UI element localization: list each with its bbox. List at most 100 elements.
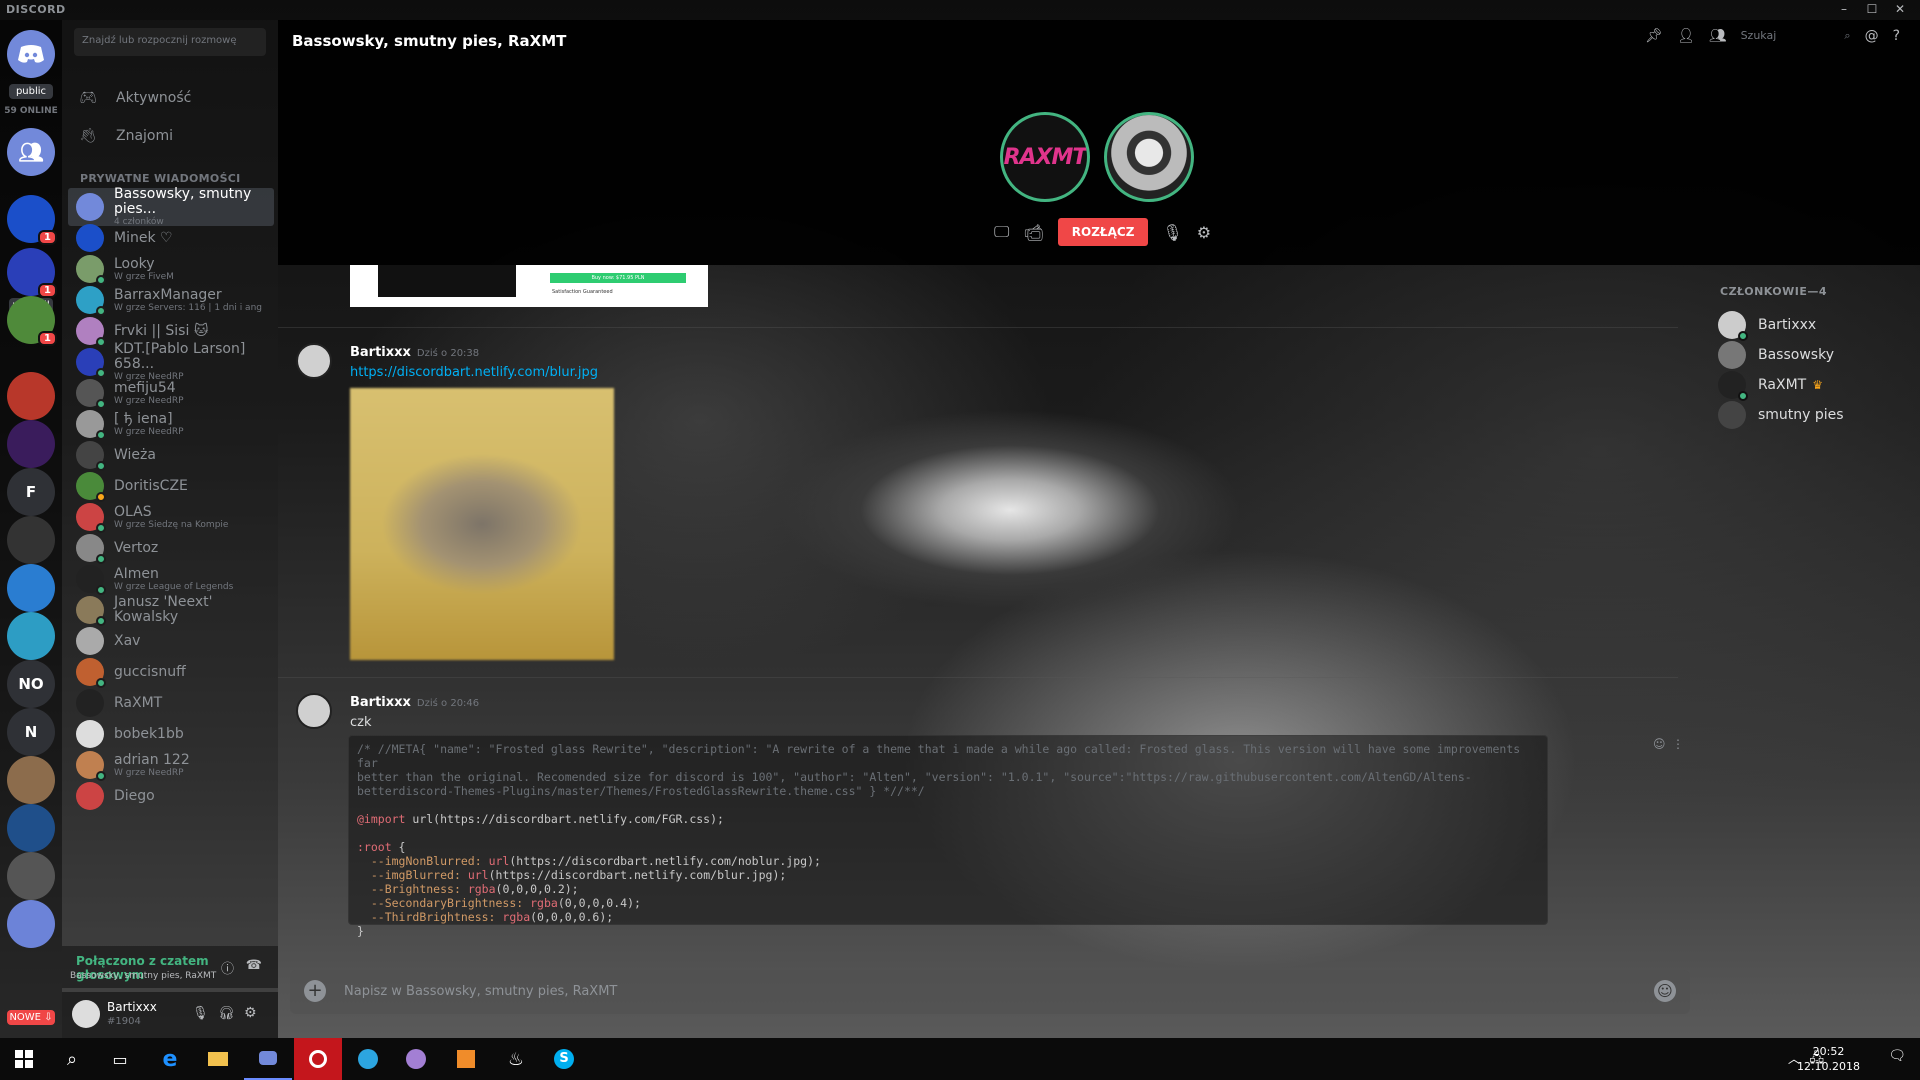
call-participant-bassowsky[interactable]: [1104, 112, 1194, 202]
member-item[interactable]: RaXMT ♛: [1718, 371, 1823, 401]
disconnect-button[interactable]: ROZŁĄCZ: [1057, 218, 1149, 246]
more-options-icon[interactable]: ⋮: [1672, 737, 1684, 751]
server-icon[interactable]: [7, 756, 55, 804]
server-icon[interactable]: 1: [7, 296, 57, 346]
sublime-icon[interactable]: [442, 1038, 490, 1080]
pin-icon[interactable]: 📌︎: [1645, 28, 1663, 44]
member-item[interactable]: Bartixxx: [1718, 311, 1816, 341]
server-icon-n[interactable]: N: [7, 708, 55, 756]
file-explorer-icon[interactable]: [194, 1038, 242, 1080]
unread-badge: 1: [38, 331, 57, 346]
avatar: [76, 627, 104, 655]
avatar[interactable]: [296, 693, 332, 729]
window-controls: – ☐ ✕: [1830, 2, 1914, 16]
help-icon[interactable]: ?: [1893, 28, 1900, 44]
avatar: [1718, 311, 1748, 341]
server-icon[interactable]: [7, 900, 55, 948]
server-icon[interactable]: [7, 516, 55, 564]
group-dm-icon[interactable]: 👥︎: [7, 128, 55, 176]
reaction-icon[interactable]: ☺: [1653, 737, 1666, 751]
server-icon[interactable]: 1: [7, 195, 57, 245]
dm-sidebar: Znajdź lub rozpocznij rozmowę 🎮︎ Aktywno…: [62, 20, 278, 1038]
search-input[interactable]: Szukaj ⌕: [1741, 29, 1851, 43]
screen-share-icon[interactable]: 🖵︎: [994, 222, 1009, 242]
telegram-icon[interactable]: [344, 1038, 392, 1080]
headphones-icon[interactable]: 🎧︎: [218, 1006, 235, 1021]
embed-image[interactable]: Buy now: $71.95 PLN Satisfaction Guarant…: [350, 265, 708, 307]
message-author[interactable]: Bartixxx: [350, 695, 411, 710]
clock[interactable]: 20:52 12.10.2018: [1797, 1044, 1860, 1074]
notifications-icon[interactable]: 🗨︎: [1888, 1048, 1906, 1064]
member-name: Bassowsky: [1758, 347, 1834, 363]
blurred-cat-image[interactable]: [350, 388, 614, 660]
code-token: url: [467, 868, 489, 882]
server-icon[interactable]: [7, 420, 55, 468]
info-icon[interactable]: ⓘ: [221, 958, 234, 977]
mic-icon[interactable]: 🎙︎: [192, 1006, 209, 1021]
start-button[interactable]: [0, 1038, 48, 1080]
member-item[interactable]: Bassowsky: [1718, 341, 1834, 369]
dm-item[interactable]: Diego: [68, 777, 274, 815]
search-icon[interactable]: ⌕: [48, 1038, 96, 1080]
avatar: [76, 565, 106, 595]
settings-icon[interactable]: ⚙: [244, 1005, 257, 1021]
call-participant-raxmt[interactable]: RAXMT: [1000, 112, 1090, 202]
message-link[interactable]: https://discordbart.netlify.com/blur.jpg: [350, 365, 598, 380]
code-token: --imgBlurred:: [370, 868, 461, 882]
edge-icon[interactable]: e: [146, 1038, 194, 1080]
task-view-icon[interactable]: ▭: [96, 1038, 144, 1080]
code-token: url(https://discordbart.netlify.com/FGR.…: [412, 812, 724, 826]
settings-icon[interactable]: ⚙: [1197, 223, 1211, 242]
server-icon[interactable]: [7, 372, 55, 420]
home-button[interactable]: [7, 30, 55, 78]
message-input[interactable]: + Napisz w Bassowsky, smutny pies, RaXMT…: [290, 970, 1690, 1014]
skype-icon[interactable]: S: [540, 1038, 588, 1080]
call-panel: Bassowsky, smutny pies, RaXMT 📌︎ 👤︎ 👥︎ S…: [278, 20, 1920, 265]
server-icon[interactable]: [7, 612, 55, 660]
minimize-button[interactable]: –: [1830, 2, 1858, 16]
server-icon-no[interactable]: NO: [7, 660, 55, 708]
member-name: smutny pies: [1758, 407, 1844, 423]
upload-icon[interactable]: +: [304, 980, 326, 1002]
message-timestamp: Dziś o 20:38: [416, 348, 480, 359]
status-indicator: [1738, 331, 1748, 341]
new-unreads-button[interactable]: NOWE ⇩: [7, 1010, 55, 1025]
members-icon[interactable]: 👥︎: [1709, 28, 1727, 44]
steam-icon[interactable]: ♨: [492, 1038, 540, 1080]
video-icon[interactable]: 📹︎: [1023, 223, 1043, 242]
discord-taskbar-icon[interactable]: [244, 1038, 292, 1080]
avatar[interactable]: [296, 343, 332, 379]
disconnect-voice-icon[interactable]: ☎: [246, 958, 262, 973]
server-icon[interactable]: [7, 852, 55, 900]
clock-date: 12.10.2018: [1797, 1060, 1860, 1073]
nav-friends[interactable]: 👋︎ Znajomi: [78, 128, 173, 144]
dm-search-input[interactable]: Znajdź lub rozpocznij rozmowę: [74, 28, 266, 56]
windows-taskbar: ⌕ ▭ e ♨ S ︿ 🖧︎ 20:52 12.10.2018 🗨︎: [0, 1038, 1920, 1080]
nav-activity[interactable]: 🎮︎ Aktywność: [78, 90, 191, 106]
message-input-placeholder: Napisz w Bassowsky, smutny pies, RaXMT: [344, 984, 618, 999]
search-icon: ⌕: [1844, 29, 1851, 42]
mail-icon[interactable]: [392, 1038, 440, 1080]
code-token: rgba: [502, 910, 531, 924]
public-label[interactable]: public: [9, 84, 53, 99]
avatar: [76, 689, 104, 717]
add-friend-icon[interactable]: 👤︎: [1677, 28, 1695, 44]
opera-icon[interactable]: [294, 1038, 342, 1080]
mic-icon[interactable]: 🎙︎: [1162, 223, 1182, 242]
member-item[interactable]: smutny pies: [1718, 401, 1844, 429]
avatar[interactable]: [72, 1000, 100, 1028]
dm-name: AImen: [114, 565, 159, 582]
dm-name: Frvki || Sisi 🐱: [114, 322, 209, 339]
emoji-icon[interactable]: ☺: [1654, 980, 1676, 1002]
maximize-button[interactable]: ☐: [1858, 2, 1886, 16]
server-icon[interactable]: [7, 804, 55, 852]
server-icon-f[interactable]: F: [7, 468, 55, 516]
server-icon[interactable]: [7, 564, 55, 612]
server-icon[interactable]: 1: [7, 248, 57, 298]
mention-icon[interactable]: @: [1865, 28, 1879, 44]
dm-name: BarraxManager: [114, 286, 222, 303]
close-button[interactable]: ✕: [1886, 2, 1914, 16]
windows-icon: [15, 1050, 33, 1068]
message-author[interactable]: Bartixxx: [350, 345, 411, 360]
